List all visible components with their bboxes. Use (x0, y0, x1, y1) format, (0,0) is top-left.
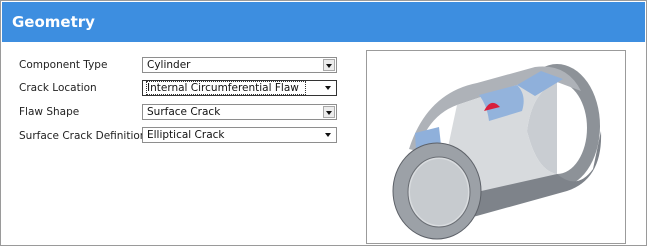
geometry-panel: Geometry Component Type Cylinder Crack L… (0, 0, 647, 246)
component-type-value: Cylinder (147, 59, 191, 71)
cylinder-front-bore (410, 159, 468, 225)
flaw-shape-label: Flaw Shape (19, 106, 80, 118)
flaw-shape-select[interactable]: Surface Crack (142, 104, 337, 120)
chevron-down-icon (326, 64, 332, 68)
surface-crack-definition-dropdown-button[interactable] (323, 129, 335, 141)
panel-title: Geometry (12, 13, 95, 31)
chevron-down-icon (325, 86, 331, 90)
crack-location-select[interactable]: Internal Circumferential Flaw (142, 80, 337, 96)
component-type-select[interactable]: Cylinder (142, 57, 337, 73)
chevron-down-icon (325, 133, 331, 137)
component-type-label: Component Type (19, 59, 108, 71)
crack-location-label: Crack Location (19, 82, 97, 94)
surface-crack-definition-value: Elliptical Crack (147, 129, 225, 141)
geometry-preview (366, 50, 626, 244)
crack-location-dropdown-button[interactable] (323, 82, 335, 94)
component-type-dropdown-button[interactable] (323, 59, 335, 71)
cylinder-crack-illustration (392, 64, 602, 240)
flaw-shape-dropdown-button[interactable] (323, 106, 335, 118)
surface-crack-definition-select[interactable]: Elliptical Crack (142, 127, 337, 143)
surface-crack-definition-label: Surface Crack Definition (19, 130, 147, 142)
flaw-shape-value: Surface Crack (147, 106, 221, 118)
crack-location-value: Internal Circumferential Flaw (146, 81, 306, 95)
panel-header: Geometry (2, 2, 645, 42)
chevron-down-icon (326, 111, 332, 115)
